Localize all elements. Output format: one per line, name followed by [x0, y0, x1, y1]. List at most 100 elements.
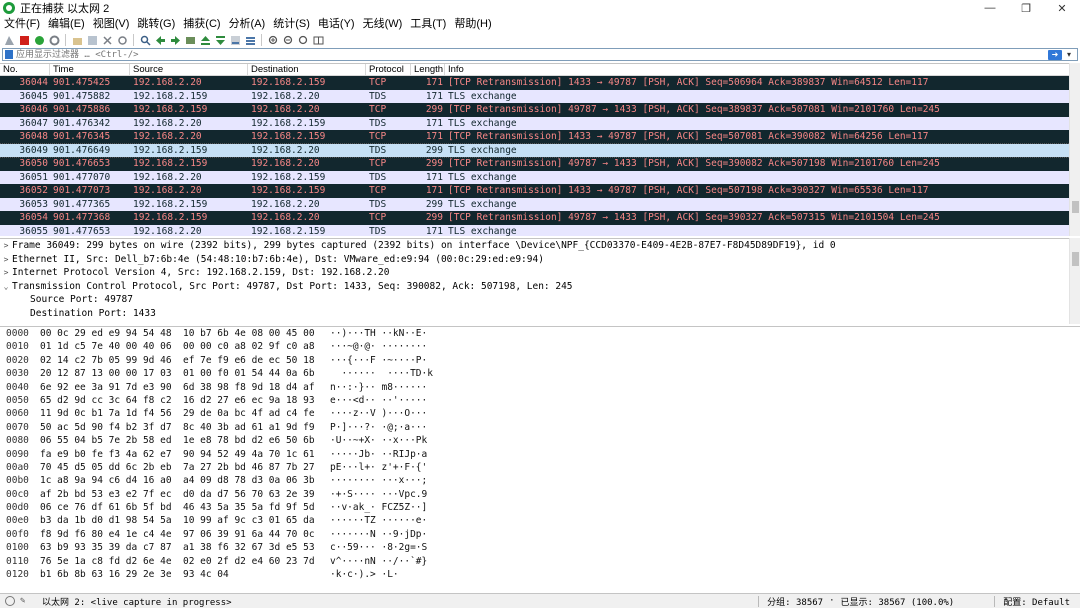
hex-hex[interactable]: 76 5e 1a c8 fd d2 6e 4e 02 e0 2f d2 e4 6…: [40, 555, 330, 568]
hex-asc[interactable]: ····z··V )···O···: [330, 407, 440, 420]
bookmark-icon[interactable]: [5, 50, 13, 59]
column-header[interactable]: Time: [50, 64, 130, 76]
menu-item[interactable]: 视图(V): [89, 16, 134, 32]
go-to-packet-icon[interactable]: [184, 34, 196, 46]
hex-hex[interactable]: 06 55 04 b5 7e 2b 58 ed 1e e8 78 bd d2 e…: [40, 434, 330, 447]
detail-tree-item[interactable]: Destination Port: 1433: [0, 307, 1080, 321]
hex-hex[interactable]: b3 da 1b d0 d1 98 54 5a 10 99 af 9c c3 0…: [40, 514, 330, 527]
minimize-button[interactable]: —: [972, 0, 1008, 16]
packet-row[interactable]: 36044 901.475425 192.168.2.20 192.168.2.159…: [0, 76, 1080, 90]
menu-item[interactable]: 文件(F): [0, 16, 44, 32]
close-file-icon[interactable]: [101, 34, 113, 46]
menu-item[interactable]: 帮助(H): [450, 16, 495, 32]
chevron-right-icon[interactable]: >: [0, 266, 12, 280]
column-header[interactable]: Destination: [248, 64, 366, 76]
packet-row[interactable]: 36048 901.476345 192.168.2.20 192.168.2.159…: [0, 130, 1080, 144]
hex-hex[interactable]: 6e 92 ee 3a 91 7d e3 90 6d 38 98 f8 9d 1…: [40, 381, 330, 394]
hex-hex[interactable]: 06 ce 76 df 61 6b 5f bd 46 43 5a 35 5a f…: [40, 501, 330, 514]
open-file-icon[interactable]: [71, 34, 83, 46]
hex-hex[interactable]: f8 9d f6 80 e4 1e c4 4e 97 06 39 91 6a 4…: [40, 528, 330, 541]
hex-hex[interactable]: 02 14 c2 7b 05 99 9d 46 ef 7e f9 e6 de e…: [40, 354, 330, 367]
hex-hex[interactable]: fa e9 b0 fe f3 4a 62 e7 90 94 52 49 4a 7…: [40, 448, 330, 461]
packet-row[interactable]: 36046 901.475886 192.168.2.159 192.168.2.20…: [0, 103, 1080, 117]
column-header[interactable]: Length: [411, 64, 445, 76]
scrollbar-thumb[interactable]: [1072, 201, 1079, 213]
packet-row[interactable]: 36052 901.477073 192.168.2.20 192.168.2.159…: [0, 184, 1080, 198]
menu-item[interactable]: 分析(A): [225, 16, 270, 32]
start-capture-icon[interactable]: [3, 34, 15, 46]
hex-hex[interactable]: 63 b9 93 35 39 da c7 87 a1 38 f6 32 67 3…: [40, 541, 330, 554]
packet-row[interactable]: 36054 901.477368 192.168.2.159 192.168.2.20…: [0, 211, 1080, 225]
hex-hex[interactable]: 00 0c 29 ed e9 94 54 48 10 b7 6b 4e 08 0…: [40, 327, 330, 340]
resize-columns-icon[interactable]: [312, 34, 324, 46]
packet-row[interactable]: 36045 901.475882 192.168.2.159 192.168.2.20…: [0, 89, 1080, 103]
restart-capture-icon[interactable]: [33, 34, 45, 46]
scrollbar-thumb[interactable]: [1072, 252, 1079, 266]
stop-capture-icon[interactable]: [18, 34, 30, 46]
reload-file-icon[interactable]: [116, 34, 128, 46]
hex-hex[interactable]: 1c a8 9a 94 c6 d4 16 a0 a4 09 d8 78 d3 0…: [40, 474, 330, 487]
column-header[interactable]: Protocol: [366, 64, 411, 76]
menu-item[interactable]: 电话(Y): [314, 16, 359, 32]
column-header[interactable]: Info: [445, 64, 1080, 76]
hex-asc[interactable]: pE···l+· z'+·F·{': [330, 461, 440, 474]
capture-options-icon[interactable]: [48, 34, 60, 46]
hex-asc[interactable]: ·······N ··9·jDp·: [330, 528, 440, 541]
display-filter-input[interactable]: [16, 49, 1048, 60]
hex-asc[interactable]: P·]···?· ·@;·a···: [330, 421, 440, 434]
chevron-down-icon[interactable]: ▾: [1064, 50, 1074, 60]
packet-row[interactable]: 36051 901.477070 192.168.2.20 192.168.2.159…: [0, 170, 1080, 184]
hex-asc[interactable]: ··v·ak_· FCZ5Z··]: [330, 501, 440, 514]
hex-asc[interactable]: v^····nN ··/··`#}: [330, 555, 440, 568]
hex-asc[interactable]: ········ ···x···;: [330, 474, 440, 487]
apply-filter-arrow-icon[interactable]: ➜: [1048, 49, 1062, 60]
first-packet-icon[interactable]: [199, 34, 211, 46]
maximize-button[interactable]: ❐: [1008, 0, 1044, 16]
save-file-icon[interactable]: [86, 34, 98, 46]
packet-row[interactable]: 36049 901.476649 192.168.2.159 192.168.2.20…: [0, 142, 1080, 158]
hex-hex[interactable]: 65 d2 9d cc 3c 64 f8 c2 16 d2 27 e6 ec 9…: [40, 394, 330, 407]
detail-tree-item[interactable]: Source Port: 49787: [0, 293, 1080, 307]
menu-item[interactable]: 捕获(C): [179, 16, 224, 32]
hex-asc[interactable]: ···~@·@· ········: [330, 340, 440, 353]
menu-item[interactable]: 无线(W): [359, 16, 407, 32]
column-header[interactable]: Source: [130, 64, 248, 76]
chevron-right-icon[interactable]: >: [0, 253, 12, 267]
hex-hex[interactable]: b1 6b 8b 63 16 29 2e 3e 93 4c 04: [40, 568, 330, 581]
hex-asc[interactable]: ··)···TH ··kN··E·: [330, 327, 440, 340]
menu-item[interactable]: 跳转(G): [133, 16, 179, 32]
hex-asc[interactable]: e···<d·· ··'·····: [330, 394, 440, 407]
expert-info-icon[interactable]: [5, 596, 15, 606]
close-button[interactable]: ✕: [1044, 0, 1080, 16]
menu-item[interactable]: 统计(S): [269, 16, 314, 32]
detail-tree-item[interactable]: ⌄ Transmission Control Protocol, Src Port…: [0, 280, 1080, 294]
hex-asc[interactable]: ·+·S···· ···Vpc.9: [330, 488, 440, 501]
hex-hex[interactable]: 11 9d 0c b1 7a 1d f4 56 29 de 0a bc 4f a…: [40, 407, 330, 420]
hex-asc[interactable]: ······ ····TD·k: [330, 367, 440, 380]
colorize-icon[interactable]: [244, 34, 256, 46]
zoom-in-icon[interactable]: [267, 34, 279, 46]
detail-tree-item[interactable]: > Internet Protocol Version 4, Src: 192.1…: [0, 266, 1080, 280]
hex-asc[interactable]: ·····Jb· ··RIJp·a: [330, 448, 440, 461]
hex-asc[interactable]: ·k·c·).> ·L·: [330, 568, 440, 581]
autoscroll-icon[interactable]: [229, 34, 241, 46]
hex-asc[interactable]: ···{···F ·~····P·: [330, 354, 440, 367]
chevron-down-icon[interactable]: ⌄: [0, 280, 12, 294]
hex-asc[interactable]: ·U··~+X· ··x···Pk: [330, 434, 440, 447]
packet-row[interactable]: 36055 901.477653 192.168.2.20 192.168.2.159…: [0, 224, 1080, 236]
go-back-icon[interactable]: [154, 34, 166, 46]
packet-row[interactable]: 36047 901.476342 192.168.2.20 192.168.2.159…: [0, 116, 1080, 130]
menu-item[interactable]: 编辑(E): [44, 16, 89, 32]
hex-hex[interactable]: 20 12 87 13 00 00 17 03 01 00 f0 01 54 4…: [40, 367, 330, 380]
chevron-right-icon[interactable]: >: [0, 239, 12, 253]
go-forward-icon[interactable]: [169, 34, 181, 46]
hex-asc[interactable]: c··59··· ·8·2g=·S: [330, 541, 440, 554]
hex-hex[interactable]: af 2b bd 53 e3 e2 7f ec d0 da d7 56 70 6…: [40, 488, 330, 501]
packet-row[interactable]: 36050 901.476653 192.168.2.159 192.168.2.20…: [0, 157, 1080, 171]
last-packet-icon[interactable]: [214, 34, 226, 46]
find-packet-icon[interactable]: [139, 34, 151, 46]
zoom-normal-icon[interactable]: [297, 34, 309, 46]
hex-hex[interactable]: 50 ac 5d 90 f4 b2 3f d7 8c 40 3b ad 61 a…: [40, 421, 330, 434]
packet-list-scrollbar[interactable]: [1069, 63, 1080, 236]
hex-hex[interactable]: 01 1d c5 7e 40 00 40 06 00 00 c0 a8 02 9…: [40, 340, 330, 353]
